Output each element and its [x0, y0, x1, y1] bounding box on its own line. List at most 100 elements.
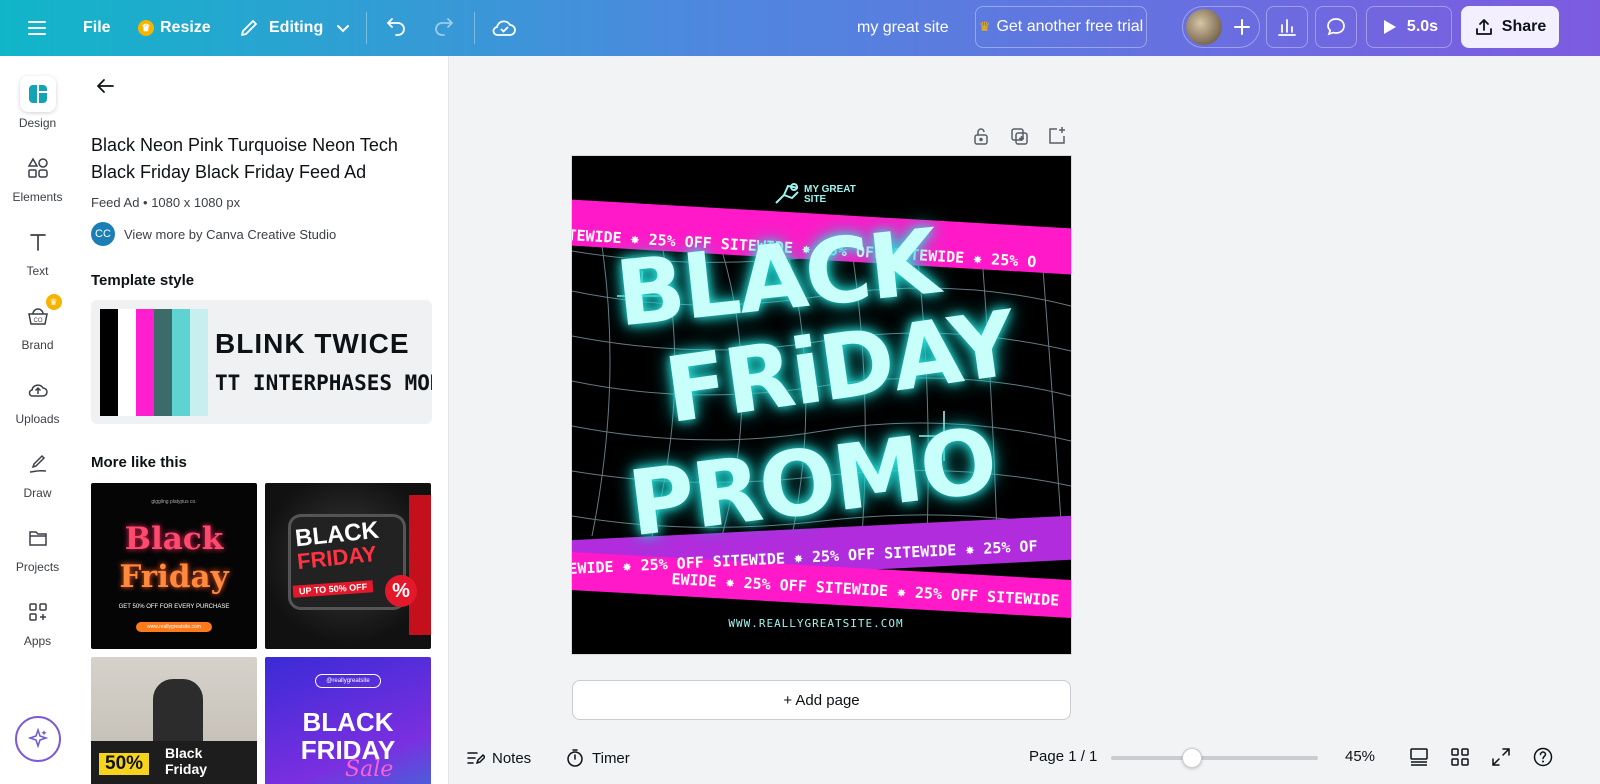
draw-pen-icon	[20, 446, 56, 482]
runner-logo-icon	[775, 183, 799, 204]
template-details-panel: Black Neon Pink Turquoise Neon Tech Blac…	[75, 56, 449, 784]
crown-icon: ♛	[138, 20, 154, 36]
rail-item-uploads[interactable]: Uploads	[0, 364, 75, 434]
redo-button[interactable]	[432, 0, 456, 56]
free-trial-label: Get another free trial	[996, 18, 1144, 35]
insights-button[interactable]	[1266, 6, 1308, 48]
design-canvas-page[interactable]: MY GREAT SITE TEWIDE ✸ 25% OFF SITEWIDE …	[572, 156, 1071, 654]
brand-name: MY GREAT SITE	[804, 185, 856, 205]
top-toolbar: File ♛ Resize Editing my great site ♛ Ge…	[0, 0, 1600, 56]
rail-item-apps[interactable]: Apps	[0, 586, 75, 656]
back-arrow-icon[interactable]	[93, 74, 117, 98]
chevron-down-icon	[337, 25, 350, 33]
cloud-check-icon	[492, 20, 516, 36]
template-thumbnail[interactable]: BLACK FRIDAY UP TO 50% OFF %	[265, 483, 431, 649]
thumb-tag: 50%	[99, 753, 150, 775]
rail-item-text[interactable]: Text	[0, 216, 75, 286]
timer-label: Timer	[592, 749, 630, 767]
rail-item-draw[interactable]: Draw	[0, 438, 75, 508]
rail-item-brand[interactable]: CO ♛ Brand	[0, 290, 75, 360]
color-swatch	[172, 309, 190, 416]
rail-label: Draw	[23, 486, 52, 500]
creator-link[interactable]: CC View more by Canva Creative Studio	[91, 222, 336, 246]
undo-button[interactable]	[384, 0, 408, 56]
timer-button[interactable]: Timer	[565, 748, 630, 768]
divider	[366, 12, 367, 44]
template-title: Black Neon Pink Turquoise Neon Tech Blac…	[91, 135, 398, 182]
cloud-save-button[interactable]	[491, 0, 517, 56]
editing-mode-button[interactable]: Editing	[238, 0, 351, 56]
help-button[interactable]	[1532, 746, 1554, 768]
template-style-card[interactable]: BLINK TWICE TT INTERPHASES MONO	[91, 300, 432, 424]
comment-icon	[1327, 18, 1345, 36]
present-button[interactable]: 5.0s	[1366, 6, 1452, 48]
add-page-button[interactable]: + Add page	[572, 680, 1071, 720]
page-view-icon	[1410, 748, 1428, 766]
page-view-button[interactable]	[1408, 746, 1430, 768]
play-duration: 5.0s	[1406, 18, 1439, 35]
page-indicator[interactable]: Page 1 / 1	[1029, 748, 1097, 765]
creator-link-label: View more by Canva Creative Studio	[124, 226, 337, 242]
redo-icon	[435, 18, 454, 36]
brand-line2: SITE	[804, 194, 827, 205]
thumb-title-line2: Friday	[165, 761, 208, 777]
rail-item-design[interactable]: Design	[0, 68, 75, 138]
thumb-title-line1: Black	[124, 521, 224, 557]
menu-icon[interactable]	[26, 0, 48, 56]
sparkle-icon	[27, 728, 49, 749]
rail-item-projects[interactable]: Projects	[0, 512, 75, 582]
grid-view-button[interactable]	[1449, 746, 1471, 768]
editing-label: Editing	[269, 19, 324, 36]
thumb-title-line1: Black	[165, 745, 203, 761]
add-page-icon[interactable]	[1045, 125, 1067, 147]
file-menu-button[interactable]: File	[83, 0, 111, 56]
design-title[interactable]: my great site	[857, 0, 949, 56]
zoom-level-label: 45%	[1345, 748, 1376, 765]
rail-label: Apps	[23, 634, 52, 648]
folder-icon	[20, 520, 56, 556]
share-button[interactable]: Share	[1461, 6, 1559, 48]
rail-label: Uploads	[15, 412, 60, 426]
template-thumbnail[interactable]: giggling platypus co. Black Friday GET 5…	[91, 483, 257, 649]
file-label: File	[83, 19, 111, 36]
color-swatch	[100, 309, 118, 416]
bar-chart-icon	[1278, 19, 1296, 36]
thumb-decoration	[409, 495, 431, 635]
cloud-upload-icon	[20, 372, 56, 408]
help-question-icon	[1533, 747, 1553, 767]
color-swatch	[136, 309, 154, 416]
grid-view-icon	[1451, 748, 1469, 766]
rail-label: Brand	[21, 338, 54, 352]
zoom-level[interactable]: 45%	[1345, 748, 1375, 765]
expand-icon	[1492, 748, 1510, 766]
template-style-heading: Template style	[91, 272, 195, 289]
play-icon	[1383, 20, 1396, 34]
color-swatch	[118, 309, 136, 416]
zoom-slider-handle[interactable]	[1182, 748, 1202, 768]
comments-button[interactable]	[1315, 6, 1357, 48]
notes-button[interactable]: Notes	[465, 748, 531, 768]
magic-assistant-button[interactable]	[15, 716, 61, 762]
text-t-icon	[20, 224, 56, 260]
thumb-title-line2: Friday	[119, 559, 229, 595]
resize-button[interactable]: ♛ Resize	[138, 0, 211, 56]
rail-label: Projects	[15, 560, 60, 574]
zoom-slider-track[interactable]	[1111, 756, 1318, 760]
free-trial-button[interactable]: ♛ Get another free trial	[975, 6, 1147, 48]
left-rail: Design Elements Text CO ♛ Brand Uploads …	[0, 56, 75, 784]
crown-badge-icon: ♛	[45, 294, 62, 310]
rail-item-elements[interactable]: Elements	[0, 142, 75, 212]
lock-icon[interactable]	[970, 125, 992, 147]
fullscreen-button[interactable]	[1490, 746, 1512, 768]
crown-icon: ♛	[978, 19, 991, 34]
website-url: WWW.REALLYGREATSITE.COM	[728, 617, 904, 630]
thumb-handle: @reallygreatsite	[315, 674, 381, 688]
design-title-label: my great site	[857, 19, 949, 36]
design-icon	[19, 76, 56, 112]
svg-text:CO: CO	[33, 318, 42, 324]
duplicate-page-icon[interactable]	[1008, 125, 1030, 147]
template-thumbnail[interactable]: 50% Black Friday	[91, 657, 257, 784]
template-thumbnail[interactable]: @reallygreatsite BLACK FRIDAY Sale	[265, 657, 431, 784]
stopwatch-icon	[567, 749, 583, 767]
collaborators-button[interactable]	[1182, 6, 1260, 48]
